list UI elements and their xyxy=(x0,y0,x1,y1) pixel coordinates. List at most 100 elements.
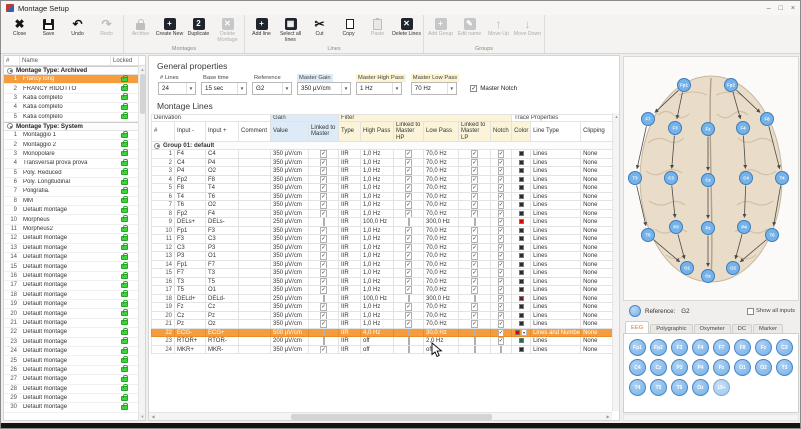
input-plus-cell[interactable]: F3 xyxy=(206,226,239,235)
checkbox[interactable]: ✓ xyxy=(405,286,412,294)
low-pass-cell[interactable]: 70,0 Hz xyxy=(424,286,459,295)
checkbox[interactable] xyxy=(500,346,502,354)
color-swatch[interactable] xyxy=(519,236,524,241)
line-type-cell[interactable]: Lines xyxy=(531,226,581,235)
map-electrode-fp2[interactable]: Fp2 xyxy=(725,79,738,92)
montage-row[interactable]: 30Default montage xyxy=(4,403,138,412)
color-swatch[interactable] xyxy=(519,262,524,267)
color-cell[interactable] xyxy=(512,226,531,235)
montage-row[interactable]: 21Default montage xyxy=(4,319,138,328)
filter-type-cell[interactable]: IIR xyxy=(339,260,361,269)
checkbox[interactable]: ✓ xyxy=(498,244,505,252)
checkbox[interactable]: ✓ xyxy=(405,235,412,243)
checkbox[interactable] xyxy=(408,346,410,354)
checkbox[interactable]: ✓ xyxy=(320,244,327,252)
line-type-cell[interactable]: Lines xyxy=(531,235,581,244)
checkbox[interactable]: ✓ xyxy=(471,176,478,184)
checkbox[interactable]: ✓ xyxy=(498,150,505,158)
checkbox[interactable] xyxy=(474,295,476,303)
line-row[interactable]: 4Fp2F8350 µV/cm✓IIR1,0 Hz✓70,0 Hz✓✓Lines… xyxy=(152,175,614,184)
checkbox[interactable]: ✓ xyxy=(405,320,412,328)
montage-row[interactable]: 5Katia completo xyxy=(4,113,138,122)
color-cell[interactable] xyxy=(512,252,531,261)
high-pass-cell[interactable]: 1,0 Hz xyxy=(361,175,394,184)
color-cell[interactable] xyxy=(512,235,531,244)
input-minus-cell[interactable]: ECG- xyxy=(175,328,206,337)
line-row[interactable]: 22ECG-ECG+500 µV/cmIIR4,0 Hz30,0 Hz✓▼Lin… xyxy=(152,328,614,337)
low-pass-cell[interactable]: 70,0 Hz xyxy=(424,252,459,261)
checkbox[interactable]: ✓ xyxy=(405,269,412,277)
line-type-cell[interactable]: Lines xyxy=(531,269,581,278)
checkbox[interactable]: ✓ xyxy=(405,150,412,158)
gain-cell[interactable]: 350 µV/cm xyxy=(271,286,309,295)
checkbox[interactable]: ✓ xyxy=(471,159,478,167)
input-plus-cell[interactable]: MKR- xyxy=(206,345,239,354)
clipping-cell[interactable]: None xyxy=(581,311,614,320)
comment-cell[interactable] xyxy=(239,277,271,286)
tab-eeg[interactable]: EEG xyxy=(625,321,649,333)
checkbox[interactable]: ✓ xyxy=(471,303,478,311)
add-line-button[interactable]: +Add line xyxy=(247,16,276,45)
clipping-cell[interactable]: None xyxy=(581,150,614,159)
line-type-cell[interactable]: Lines xyxy=(531,252,581,261)
copy-button[interactable]: Copy xyxy=(334,16,363,45)
checkbox[interactable]: ✓ xyxy=(320,159,327,167)
comment-cell[interactable] xyxy=(239,192,271,201)
checkbox[interactable]: ✓ xyxy=(471,278,478,286)
clipping-cell[interactable]: None xyxy=(581,294,614,303)
checkbox[interactable]: ✓ xyxy=(405,261,412,269)
checkbox[interactable]: ✓ xyxy=(498,235,505,243)
line-type-cell[interactable]: Lines xyxy=(531,192,581,201)
clipping-cell[interactable]: None xyxy=(581,260,614,269)
gain-cell[interactable]: 250 µV/cm xyxy=(271,294,309,303)
high-pass-cell[interactable]: 1,0 Hz xyxy=(361,320,394,329)
line-type-cell[interactable]: Lines xyxy=(531,150,581,159)
color-cell[interactable] xyxy=(512,260,531,269)
map-electrode-f4[interactable]: F4 xyxy=(737,122,750,135)
map-electrode-o1[interactable]: O1 xyxy=(681,262,694,275)
line-type-cell[interactable]: Lines xyxy=(531,175,581,184)
checkbox[interactable]: ✓ xyxy=(405,184,412,192)
line-row[interactable]: 10Fp1F3350 µV/cm✓IIR1,0 Hz✓70,0 Hz✓✓Line… xyxy=(152,226,614,235)
color-cell[interactable] xyxy=(512,269,531,278)
clipping-cell[interactable]: None xyxy=(581,320,614,329)
line-type-cell[interactable]: Lines xyxy=(531,345,581,354)
input-minus-cell[interactable]: F8 xyxy=(175,184,206,193)
filter-type-cell[interactable]: IIR xyxy=(339,175,361,184)
comment-cell[interactable] xyxy=(239,294,271,303)
checkbox[interactable]: ✓ xyxy=(498,227,505,235)
checkbox[interactable]: ✓ xyxy=(320,210,327,218)
filter-type-cell[interactable]: IIR xyxy=(339,192,361,201)
color-swatch[interactable] xyxy=(519,279,524,284)
input-plus-cell[interactable]: T3 xyxy=(206,269,239,278)
comment-cell[interactable] xyxy=(239,226,271,235)
checkbox[interactable]: ✓ xyxy=(471,252,478,260)
input-minus-cell[interactable]: F7 xyxy=(175,269,206,278)
comment-cell[interactable] xyxy=(239,175,271,184)
checkbox[interactable]: ✓ xyxy=(405,244,412,252)
gain-cell[interactable]: 350 µV/cm xyxy=(271,209,309,218)
color-cell[interactable] xyxy=(512,218,531,227)
filter-type-cell[interactable]: IIR xyxy=(339,277,361,286)
input-electrode-fp2[interactable]: Fp2 xyxy=(650,339,667,356)
checkbox[interactable]: ✓ xyxy=(320,278,327,286)
checkbox[interactable]: ✓ xyxy=(320,176,327,184)
line-row[interactable]: 23RTOR+RTOR-200 µV/cmIIRoff2,0 Hz✓LinesN… xyxy=(152,337,614,346)
comment-cell[interactable] xyxy=(239,150,271,159)
checkbox[interactable]: ✓ xyxy=(320,269,327,277)
montage-row[interactable]: 7Poligrafia. xyxy=(4,187,138,196)
montage-row[interactable]: 24Default montage xyxy=(4,347,138,356)
tab-dc[interactable]: DC xyxy=(732,324,752,333)
checkbox[interactable] xyxy=(474,346,476,354)
filter-type-cell[interactable]: IIR xyxy=(339,201,361,210)
color-cell[interactable] xyxy=(512,201,531,210)
map-electrode-fp1[interactable]: Fp1 xyxy=(678,79,691,92)
line-type-cell[interactable]: Lines xyxy=(531,294,581,303)
color-swatch[interactable] xyxy=(519,194,524,199)
checkbox[interactable]: ✓ xyxy=(498,193,505,201)
clipping-cell[interactable]: None xyxy=(581,345,614,354)
low-pass-cell[interactable]: 70,0 Hz xyxy=(424,260,459,269)
color-cell[interactable] xyxy=(512,294,531,303)
color-swatch[interactable] xyxy=(519,245,524,250)
low-pass-cell[interactable]: 300,0 Hz xyxy=(424,218,459,227)
